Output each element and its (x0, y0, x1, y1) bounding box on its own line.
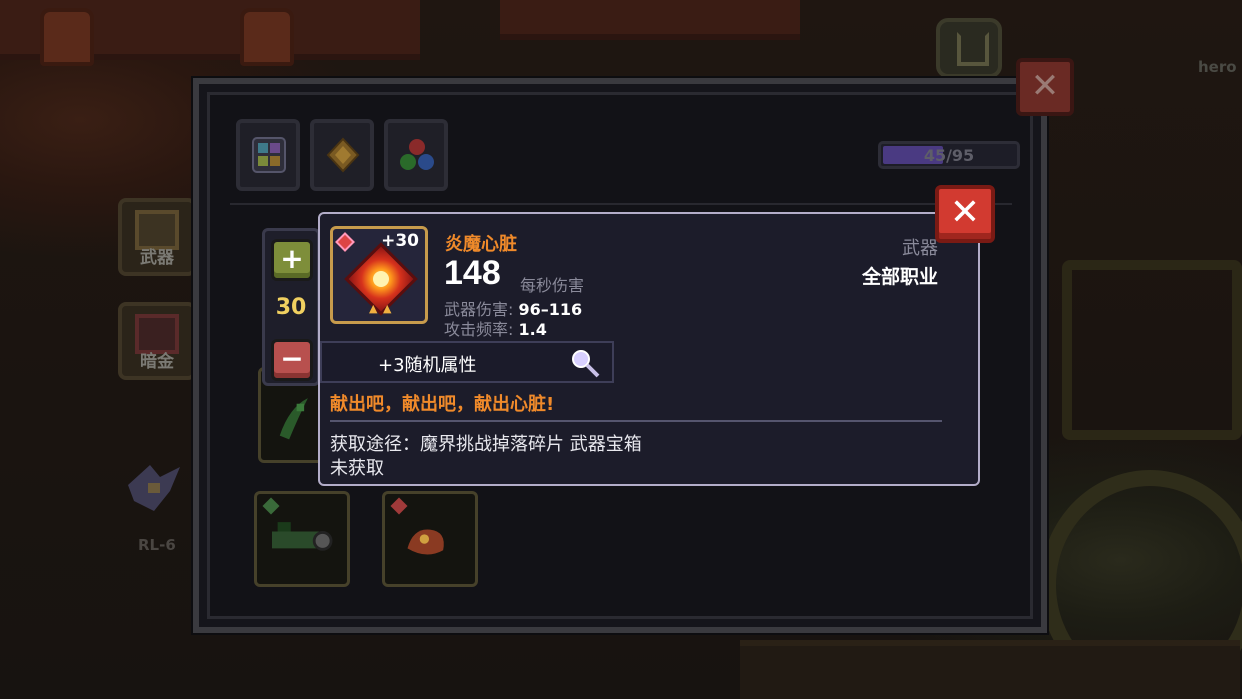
panel-close-button[interactable]: ✕ (1016, 58, 1074, 116)
item-type: 武器 (902, 238, 938, 259)
affix-label: +3随机属性 (378, 355, 477, 376)
bg-roof (500, 0, 800, 40)
increase-button[interactable]: + (271, 239, 313, 281)
side-tab-weapon[interactable]: 武器 (118, 198, 196, 276)
orbs-icon (400, 139, 434, 170)
tooltip-close-button[interactable]: ✕ (935, 185, 995, 243)
tab-orbs[interactable] (384, 119, 448, 191)
dps-label: 每秒伤害 (520, 276, 585, 295)
rate-stat: 攻击频率: 1.4 (444, 316, 547, 340)
quantity-stepper: + 30 − (262, 228, 320, 386)
decrease-button[interactable]: − (271, 339, 313, 381)
gem-core (373, 271, 389, 287)
source-text: 获取途径：魔界挑战掉落碎片 武器宝箱 (330, 434, 642, 455)
gem-foot: ▲ (369, 302, 378, 315)
item-slot[interactable] (382, 491, 478, 587)
side-tab-label: 暗金 (140, 352, 174, 372)
hero-label: hero (1198, 58, 1237, 76)
item-class: 全部职业 (861, 266, 938, 288)
divider (230, 203, 1012, 205)
item-slot[interactable] (254, 491, 350, 587)
collection-progress: 45/95 (878, 141, 1020, 169)
tab-grid[interactable] (236, 119, 300, 191)
dps-value: 148 (444, 254, 501, 292)
gem-foot: ▲ (383, 302, 392, 315)
close-icon: ✕ (949, 192, 981, 233)
rate-value: 1.4 (518, 320, 547, 339)
home-icon[interactable] (936, 18, 1002, 78)
tooltip-divider (330, 420, 942, 422)
random-attribute-row[interactable]: +3随机属性 (320, 341, 614, 383)
item-name: 炎魔心脏 (445, 234, 517, 255)
flavor-text: 献出吧，献出吧，献出心脏! (330, 394, 555, 415)
tab-diamond[interactable] (310, 119, 374, 191)
rarity-gem-icon (335, 232, 355, 252)
bg-floor (740, 640, 1240, 699)
bg-lantern (240, 8, 294, 66)
item-icon-frame: +30 ▲ ▲ (330, 226, 428, 324)
close-icon: ✕ (1030, 66, 1060, 106)
npc-name-label: RL-6 (138, 536, 176, 554)
rate-label: 攻击频率: (444, 320, 514, 339)
side-tab-label: 武器 (140, 248, 174, 268)
side-tab-gold[interactable]: 暗金 (118, 302, 196, 380)
magnifier-icon[interactable] (568, 347, 602, 379)
npc-bird-icon (128, 465, 180, 511)
owned-status: 未获取 (330, 458, 384, 479)
bg-decoration (1062, 260, 1242, 440)
grid-icon (252, 137, 286, 173)
item-tooltip: +30 ▲ ▲ 炎魔心脏 148 每秒伤害 武器伤害: 96–116 攻击频率:… (318, 212, 980, 486)
quantity-value: 30 (275, 295, 307, 320)
progress-text: 45/95 (923, 146, 975, 165)
bg-lantern (40, 8, 94, 66)
diamond-icon (326, 137, 360, 173)
